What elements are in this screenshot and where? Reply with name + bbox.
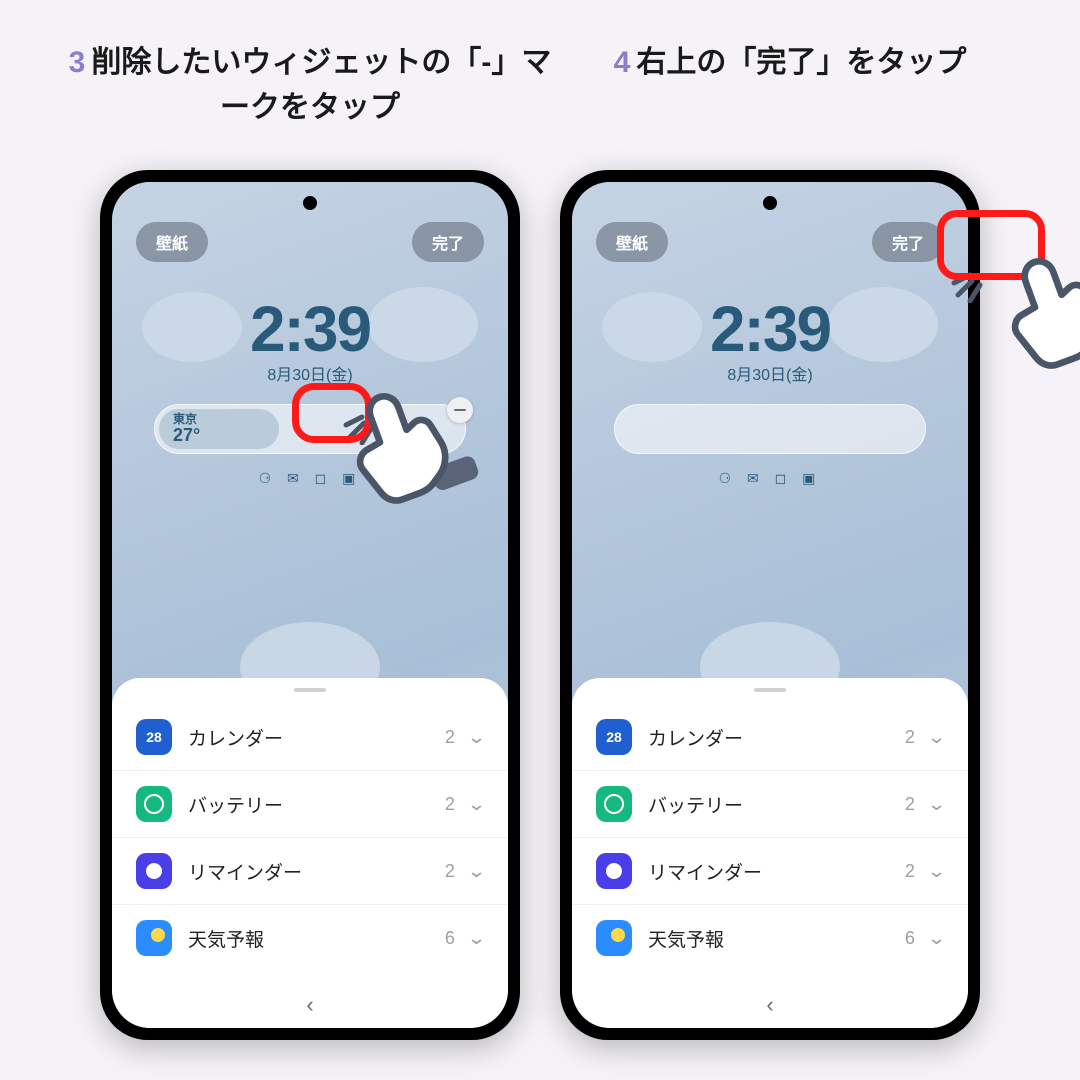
step-number: 3 — [69, 46, 86, 79]
list-item[interactable]: リマインダー 2 ⌄ — [112, 838, 508, 905]
widget-picker-panel[interactable]: 28 カレンダー 2 ⌄ バッテリー 2 ⌄ リマインダー 2 — [572, 678, 968, 1028]
wallpaper-button[interactable]: 壁紙 — [136, 222, 208, 262]
clock-widget: 2:39 8月30日(金) — [572, 292, 968, 385]
chevron-down-icon: ⌄ — [927, 861, 947, 882]
notification-icons-row: ⚆ ✉ ◻ ▣ — [572, 470, 968, 487]
nav-back-icon[interactable]: ‹ — [572, 992, 968, 1018]
phone-step3: 壁紙 完了 2:39 8月30日(金) 東京 27° ⚆ ✉ ◻ ▣ 28 — [100, 170, 520, 1040]
list-count: 2 — [445, 727, 455, 748]
battery-icon — [136, 786, 172, 822]
chevron-down-icon: ⌄ — [467, 794, 487, 815]
step3-caption: 3削除したいウィジェットの「-」マークをタップ — [60, 40, 560, 130]
list-count: 6 — [445, 928, 455, 949]
phone-step4: 壁紙 完了 2:39 8月30日(金) ⚆ ✉ ◻ ▣ 28 カレンダー 2 ⌄ — [560, 170, 980, 1040]
chevron-down-icon: ⌄ — [927, 727, 947, 748]
reminder-icon — [136, 853, 172, 889]
list-item[interactable]: 天気予報 6 ⌄ — [112, 905, 508, 971]
nav-back-icon[interactable]: ‹ — [112, 992, 508, 1018]
list-item[interactable]: バッテリー 2 ⌄ — [572, 771, 968, 838]
list-count: 2 — [445, 794, 455, 815]
widget-list: 28 カレンダー 2 ⌄ バッテリー 2 ⌄ リマインダー 2 — [112, 704, 508, 971]
step-number: 4 — [614, 46, 631, 79]
drag-handle-icon[interactable] — [294, 688, 326, 692]
calendar-icon: 28 — [596, 719, 632, 755]
chevron-down-icon: ⌄ — [927, 928, 947, 949]
list-item[interactable]: 28 カレンダー 2 ⌄ — [572, 704, 968, 771]
chevron-down-icon: ⌄ — [467, 727, 487, 748]
list-label: 天気予報 — [648, 925, 905, 952]
camera-notch — [763, 196, 777, 210]
step-text: 右上の「完了」をタップ — [636, 46, 966, 79]
list-count: 2 — [905, 861, 915, 882]
step4-caption: 4右上の「完了」をタップ — [570, 40, 1010, 85]
weather-app-icon — [596, 920, 632, 956]
reminder-icon — [596, 853, 632, 889]
weather-temp: 27° — [173, 426, 279, 446]
wallpaper-button[interactable]: 壁紙 — [596, 222, 668, 262]
list-item[interactable]: 28 カレンダー 2 ⌄ — [112, 704, 508, 771]
chevron-down-icon: ⌄ — [467, 928, 487, 949]
weather-city: 東京 — [173, 413, 279, 426]
list-item[interactable]: リマインダー 2 ⌄ — [572, 838, 968, 905]
list-label: リマインダー — [188, 858, 445, 885]
chevron-down-icon: ⌄ — [467, 861, 487, 882]
list-label: バッテリー — [188, 791, 445, 818]
widget-list: 28 カレンダー 2 ⌄ バッテリー 2 ⌄ リマインダー 2 — [572, 704, 968, 971]
list-item[interactable]: バッテリー 2 ⌄ — [112, 771, 508, 838]
step-text: 削除したいウィジェットの「-」マークをタップ — [91, 46, 551, 124]
tap-pointer-icon — [320, 355, 480, 520]
weather-chip: 東京 27° — [159, 409, 279, 449]
list-count: 6 — [905, 928, 915, 949]
done-button[interactable]: 完了 — [412, 222, 484, 262]
list-label: リマインダー — [648, 858, 905, 885]
done-button[interactable]: 完了 — [872, 222, 944, 262]
battery-icon — [596, 786, 632, 822]
camera-notch — [303, 196, 317, 210]
chevron-down-icon: ⌄ — [927, 794, 947, 815]
tap-pointer-icon — [975, 220, 1080, 385]
list-label: バッテリー — [648, 791, 905, 818]
weather-app-icon — [136, 920, 172, 956]
calendar-icon: 28 — [136, 719, 172, 755]
clock-date: 8月30日(金) — [572, 361, 968, 385]
widget-picker-panel[interactable]: 28 カレンダー 2 ⌄ バッテリー 2 ⌄ リマインダー 2 — [112, 678, 508, 1028]
list-label: カレンダー — [188, 724, 445, 751]
drag-handle-icon[interactable] — [754, 688, 786, 692]
list-label: 天気予報 — [188, 925, 445, 952]
list-count: 2 — [905, 727, 915, 748]
phone-screen: 壁紙 完了 2:39 8月30日(金) ⚆ ✉ ◻ ▣ 28 カレンダー 2 ⌄ — [572, 182, 968, 1028]
phone-screen: 壁紙 完了 2:39 8月30日(金) 東京 27° ⚆ ✉ ◻ ▣ 28 — [112, 182, 508, 1028]
list-item[interactable]: 天気予報 6 ⌄ — [572, 905, 968, 971]
list-count: 2 — [445, 861, 455, 882]
list-label: カレンダー — [648, 724, 905, 751]
clock-time: 2:39 — [572, 292, 968, 366]
list-count: 2 — [905, 794, 915, 815]
empty-widget-slot[interactable] — [614, 404, 926, 454]
